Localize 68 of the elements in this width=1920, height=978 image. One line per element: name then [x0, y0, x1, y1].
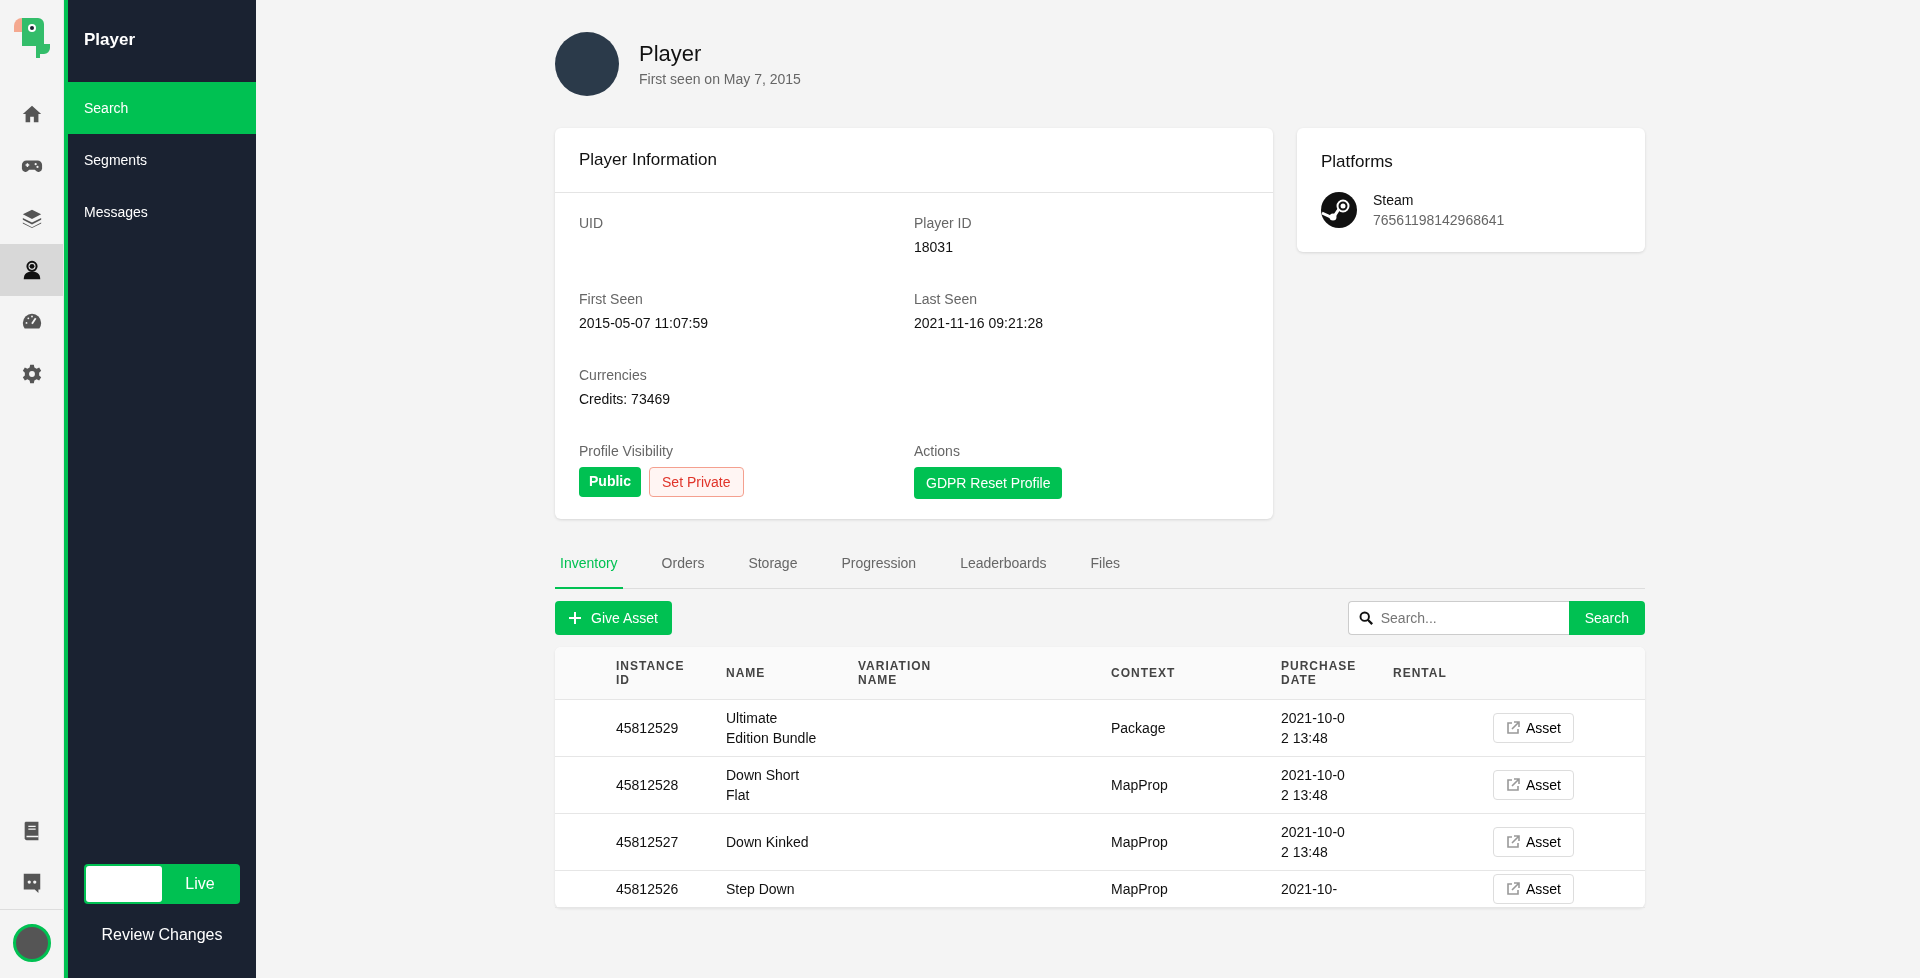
table-cell-text: 2021-10-02 13:48 [1281, 709, 1346, 748]
field-label: First Seen [579, 291, 644, 307]
platform-id: 76561198142968641 [1373, 212, 1505, 228]
table-cell-text: Ultimate Edition Bundle [726, 709, 818, 748]
column-header: NAME [726, 666, 767, 680]
column-header: PURCHASE DATE [1281, 659, 1358, 687]
first-seen-text: First seen on May 7, 2015 [639, 71, 801, 87]
search-input[interactable]: Search... [1378, 609, 1559, 627]
table-cell-text: 45812527 [616, 833, 680, 852]
tab[interactable]: Orders [656, 543, 710, 589]
field-label: Profile Visibility [579, 443, 674, 459]
set-private-button[interactable]: Set Private [649, 467, 744, 497]
asset-link-button[interactable]: Asset [1493, 713, 1574, 743]
field-value: 2021-11-16 09:21:28 [914, 315, 1044, 331]
column-header: CONTEXT [1111, 666, 1177, 680]
field-label: Last Seen [914, 291, 979, 307]
layers-icon [20, 207, 43, 229]
table-cell-text: 45812526 [616, 880, 680, 899]
user-avatar[interactable] [12, 924, 51, 962]
field-label: Currencies [579, 367, 648, 383]
tab[interactable]: Storage [743, 543, 803, 589]
table-cell-text: 45812528 [616, 776, 680, 795]
external-link-icon [1506, 778, 1520, 792]
table-cell-text: 2021-10- [1281, 880, 1339, 899]
sidebar-item[interactable]: Segments [68, 134, 256, 186]
public-badge: Public [579, 467, 641, 497]
tab[interactable]: Files [1085, 543, 1126, 589]
card-title: Platforms [1320, 151, 1394, 173]
player-name: Player [639, 41, 703, 67]
sidebar-item[interactable]: Messages [68, 186, 256, 238]
table-cell-text: 2021-10-02 13:48 [1281, 823, 1346, 862]
external-link-icon [1506, 882, 1520, 896]
home-icon [20, 103, 43, 125]
asset-link-button[interactable]: Asset [1493, 874, 1574, 904]
column-header: RENTAL [1393, 666, 1448, 680]
settings-icon [20, 363, 43, 385]
external-link-icon [1506, 835, 1520, 849]
table-cell-text: MapProp [1111, 833, 1169, 852]
field-label: UID [579, 215, 605, 231]
field-label: Player ID [914, 215, 973, 231]
external-link-icon [1506, 721, 1520, 735]
field-value: Credits: 73469 [579, 391, 672, 407]
tab[interactable]: Progression [836, 543, 922, 589]
table-cell-text: 2021-10-02 13:48 [1281, 766, 1346, 805]
asset-link-button[interactable]: Asset [1493, 827, 1574, 857]
steam-icon [1321, 192, 1357, 228]
rail-item[interactable] [0, 244, 63, 296]
field-value: 2015-05-07 11:07:59 [579, 315, 709, 331]
table-cell-text: MapProp [1111, 880, 1169, 899]
review-changes-button[interactable]: Review Changes [68, 904, 256, 978]
table-cell-text: Down Short Flat [726, 766, 801, 805]
table-cell-text: MapProp [1111, 776, 1169, 795]
tab[interactable]: Leaderboards [955, 543, 1052, 589]
table-cell-text: Package [1111, 719, 1167, 738]
plus-icon [569, 612, 581, 624]
table-cell-text: 45812529 [616, 719, 680, 738]
field-value: 18031 [914, 239, 954, 255]
sidebar-title: Player [83, 29, 137, 51]
asset-link-button[interactable]: Asset [1493, 770, 1574, 800]
table-cell-text: Step Down [726, 880, 796, 899]
column-header: VARIATION NAME [858, 659, 933, 687]
card-title: Player Information [555, 128, 1273, 193]
field-label: Actions [914, 443, 961, 459]
platform-name: Steam [1373, 192, 1415, 208]
table-cell-text: Down Kinked [726, 833, 810, 852]
search-icon [1358, 610, 1373, 626]
column-header: INSTANCE ID [616, 659, 686, 687]
search-field[interactable]: Search... [1347, 601, 1569, 635]
